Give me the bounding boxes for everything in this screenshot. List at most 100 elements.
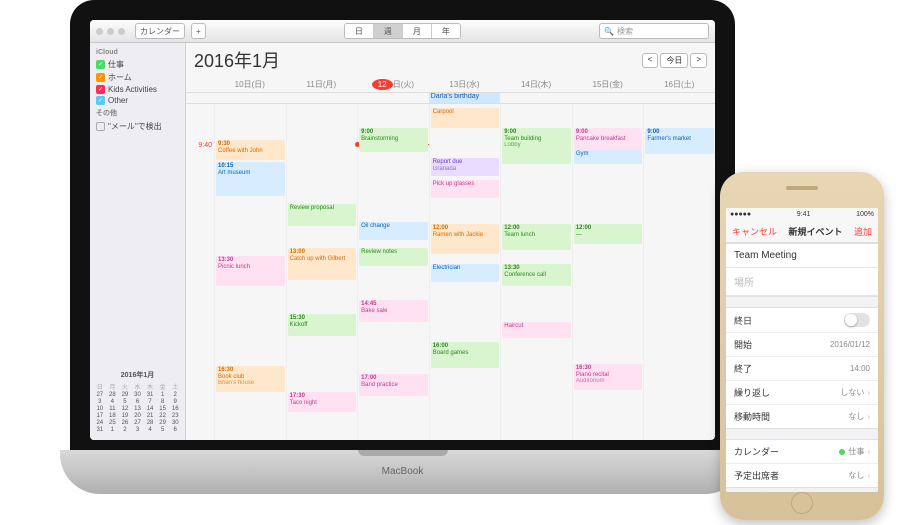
minical-day[interactable]: 7 bbox=[144, 399, 156, 405]
minical-day[interactable]: 28 bbox=[144, 420, 156, 426]
view-month[interactable]: 月 bbox=[403, 24, 432, 38]
minical-day[interactable]: 23 bbox=[169, 413, 181, 419]
minical-day[interactable]: 2 bbox=[169, 392, 181, 398]
minical-day[interactable]: 4 bbox=[107, 399, 119, 405]
minical-day[interactable]: 30 bbox=[132, 392, 144, 398]
minical-day[interactable]: 12 bbox=[119, 406, 131, 412]
minical-day[interactable]: 25 bbox=[107, 420, 119, 426]
calendar-event[interactable]: Review notes bbox=[359, 248, 428, 266]
view-day[interactable]: 日 bbox=[345, 24, 374, 38]
calendar-event[interactable]: 13:30Picnic lunch bbox=[216, 256, 285, 286]
calendar-event[interactable]: Pick up glasses bbox=[431, 180, 500, 198]
calendar-event[interactable]: 17:00Band practice bbox=[359, 374, 428, 396]
day-column[interactable]: 9:00Brainstorming Oil change Review notes 1… bbox=[357, 104, 429, 440]
search-input[interactable]: 🔍 検索 bbox=[599, 23, 709, 39]
calendar-event[interactable]: 12:00Ramen with Jackie bbox=[431, 224, 500, 254]
cancel-button[interactable]: キャンセル bbox=[732, 225, 777, 238]
minical-day[interactable]: 1 bbox=[107, 427, 119, 433]
day-column[interactable]: 9:00Pancake breakfastGym12:00—16:30Piano… bbox=[572, 104, 644, 440]
nav-prev-button[interactable]: < bbox=[642, 53, 659, 68]
allday-switch[interactable] bbox=[844, 313, 870, 327]
sidebar-calendar-item[interactable]: ✓ホーム bbox=[90, 71, 185, 84]
minical-day[interactable]: 20 bbox=[132, 413, 144, 419]
minical-day[interactable]: 26 bbox=[119, 420, 131, 426]
calendar-event[interactable]: 13:00Catch up with Gilbert bbox=[288, 248, 357, 280]
minical-day[interactable]: 27 bbox=[94, 392, 106, 398]
minical-day[interactable]: 4 bbox=[144, 427, 156, 433]
minical-day[interactable]: 24 bbox=[94, 420, 106, 426]
nav-today-button[interactable]: 今日 bbox=[660, 53, 688, 68]
minical-day[interactable]: 13 bbox=[132, 406, 144, 412]
calendar-event[interactable]: Electrician bbox=[431, 264, 500, 282]
sidebar-calendar-item[interactable]: ✓Kids Activities bbox=[90, 84, 185, 95]
day-column[interactable]: 9:00Farmer's market bbox=[643, 104, 715, 440]
day-column[interactable]: Review proposal 13:00Catch up with Gilber… bbox=[286, 104, 358, 440]
minical-day[interactable]: 3 bbox=[132, 427, 144, 433]
minical-day[interactable]: 19 bbox=[119, 413, 131, 419]
minical-day[interactable]: 17 bbox=[94, 413, 106, 419]
sidebar-calendar-item[interactable]: ✓仕事 bbox=[90, 58, 185, 71]
day-column[interactable]: CarpoolReport dueGranadaPick up glasses1… bbox=[429, 104, 501, 440]
event-title-field[interactable]: Team Meeting bbox=[726, 244, 878, 268]
calendar-event[interactable]: 12:00Team lunch bbox=[502, 224, 571, 250]
calendar-event[interactable]: 12:00— bbox=[574, 224, 643, 244]
view-year[interactable]: 年 bbox=[432, 24, 460, 38]
calendar-event[interactable]: 9:00Team buildingLobby bbox=[502, 128, 571, 164]
minical-day[interactable]: 30 bbox=[169, 420, 181, 426]
calendar-event[interactable]: 9:30Coffee with John bbox=[216, 140, 285, 160]
minical-day[interactable]: 8 bbox=[157, 399, 169, 405]
sidebar-calendar-item[interactable]: ✓Other bbox=[90, 95, 185, 106]
calendar-event[interactable]: 9:00Farmer's market bbox=[645, 128, 714, 154]
week-grid[interactable]: 9:409:30Coffee with John10:15Art museum1… bbox=[186, 104, 715, 440]
minical-day[interactable]: 18 bbox=[107, 413, 119, 419]
traffic-lights[interactable] bbox=[96, 28, 125, 35]
minical-day[interactable]: 29 bbox=[157, 420, 169, 426]
mini-calendar[interactable]: 2016年1月 日月火水木金土2728293031123456789101112… bbox=[90, 366, 185, 437]
row-travel[interactable]: 移動時間 なし› bbox=[726, 405, 878, 428]
minical-day[interactable]: 6 bbox=[132, 399, 144, 405]
day-column[interactable]: 9:30Coffee with John10:15Art museum 13:30… bbox=[214, 104, 286, 440]
minical-day[interactable]: 16 bbox=[169, 406, 181, 412]
row-calendar[interactable]: カレンダー 仕事› bbox=[726, 440, 878, 464]
minical-day[interactable]: 15 bbox=[157, 406, 169, 412]
minical-day[interactable]: 28 bbox=[107, 392, 119, 398]
calendar-event[interactable]: 16:30Piano recitalAuditorium bbox=[574, 364, 643, 390]
calendar-event[interactable]: Haircut bbox=[502, 322, 571, 338]
calendar-event[interactable]: 10:15Art museum bbox=[216, 162, 285, 196]
row-end[interactable]: 終了 14:00 bbox=[726, 357, 878, 381]
row-allday[interactable]: 終日 bbox=[726, 308, 878, 333]
row-repeat[interactable]: 繰り返し しない› bbox=[726, 381, 878, 405]
sidebar-item-mail[interactable]: "メール"で検出 bbox=[90, 120, 185, 133]
calendar-event[interactable]: 9:00Brainstorming bbox=[359, 128, 428, 152]
calendar-event[interactable]: Review proposal bbox=[288, 204, 357, 226]
minical-day[interactable]: 27 bbox=[132, 420, 144, 426]
add-button[interactable]: + bbox=[191, 23, 206, 39]
minical-day[interactable]: 5 bbox=[157, 427, 169, 433]
row-start[interactable]: 開始 2016/01/12 bbox=[726, 333, 878, 357]
calendar-event[interactable]: 14:45Bake sale bbox=[359, 300, 428, 322]
event-location-field[interactable]: 場所 bbox=[726, 268, 878, 296]
minical-day[interactable]: 22 bbox=[157, 413, 169, 419]
view-segmented-control[interactable]: 日 週 月 年 bbox=[344, 23, 461, 39]
nav-next-button[interactable]: > bbox=[690, 53, 707, 68]
minical-day[interactable]: 3 bbox=[94, 399, 106, 405]
calendar-event[interactable]: 15:30Kickoff bbox=[288, 314, 357, 336]
calendar-event[interactable]: 9:00Pancake breakfast bbox=[574, 128, 643, 150]
minical-day[interactable]: 31 bbox=[94, 427, 106, 433]
minical-day[interactable]: 1 bbox=[157, 392, 169, 398]
add-button[interactable]: 追加 bbox=[854, 225, 872, 238]
minical-day[interactable]: 14 bbox=[144, 406, 156, 412]
minical-day[interactable]: 2 bbox=[119, 427, 131, 433]
calendar-event[interactable]: 13:30Conference call bbox=[502, 264, 571, 286]
minical-day[interactable]: 21 bbox=[144, 413, 156, 419]
allday-event[interactable]: Darla's birthday bbox=[429, 93, 501, 103]
calendar-event[interactable]: Oil change bbox=[359, 222, 428, 240]
day-column[interactable]: 9:00Team buildingLobby 12:00Team lunch 13:… bbox=[500, 104, 572, 440]
minical-day[interactable]: 29 bbox=[119, 392, 131, 398]
view-week[interactable]: 週 bbox=[374, 24, 403, 38]
calendar-event[interactable]: Report dueGranada bbox=[431, 158, 500, 176]
calendar-event[interactable]: 16:00Board games bbox=[431, 342, 500, 368]
calendar-event[interactable]: 17:30Taco night bbox=[288, 392, 357, 412]
minical-day[interactable]: 5 bbox=[119, 399, 131, 405]
row-invitees[interactable]: 予定出席者 なし› bbox=[726, 464, 878, 487]
